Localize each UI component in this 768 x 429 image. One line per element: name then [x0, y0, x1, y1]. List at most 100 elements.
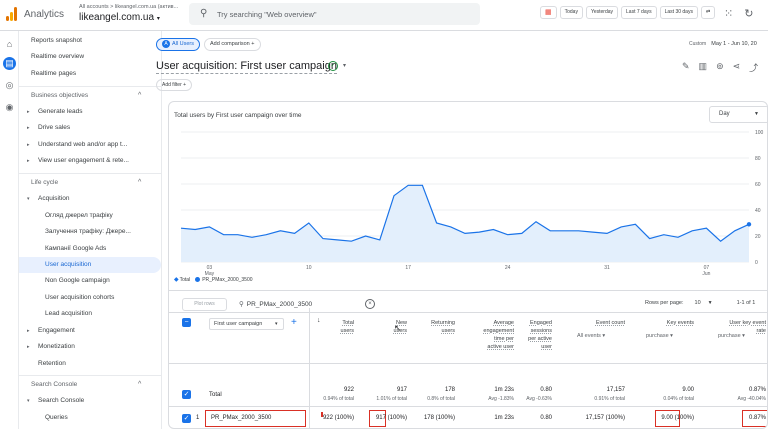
sidebar-item-understand-traffic[interactable]: ▸ Understand web and/or app t...	[19, 137, 161, 153]
y-tick-label: 80	[755, 156, 761, 162]
table-search-input[interactable]: ⚲ PR_PMax_2000_3500	[239, 298, 367, 311]
segment-all-users[interactable]: A All Users	[156, 38, 201, 51]
sidebar-item-search-console[interactable]: ▾ Search Console	[19, 393, 161, 409]
column-header-subselect[interactable]: purchase ▾	[646, 333, 673, 339]
edit-report-icon[interactable]: ✎	[682, 61, 690, 74]
sidebar-item-monetization[interactable]: ▸ Monetization	[19, 339, 161, 355]
sidebar-section-business-objectives[interactable]: Business objectives ^	[19, 88, 161, 104]
dimension-select[interactable]: First user campaign ▾	[209, 318, 284, 330]
column-header[interactable]: users	[294, 327, 354, 335]
sidebar-item-realtime-pages[interactable]: Realtime pages	[19, 66, 161, 82]
home-icon[interactable]: ⌂	[3, 38, 16, 51]
column-header[interactable]: user	[492, 343, 552, 351]
account-breadcrumb[interactable]: All accounts > likeangel.com.ua (актив..…	[79, 4, 178, 10]
add-comparison-button[interactable]: Add comparison +	[204, 38, 261, 51]
advertising-icon[interactable]: ◉	[3, 101, 16, 114]
select-all-checkbox[interactable]: −	[182, 318, 191, 327]
column-header[interactable]: per active	[492, 335, 552, 343]
top-bar: Analytics All accounts > likeangel.com.u…	[0, 0, 768, 31]
x-tick-sublabel: Jun	[702, 271, 710, 276]
analytics-logo-icon[interactable]	[6, 7, 18, 21]
triangle-down-icon: ▾	[27, 196, 30, 202]
sidebar-item-lead-acquisition[interactable]: Lead acquisition	[19, 306, 161, 322]
trend-icon[interactable]: ⤴	[749, 61, 758, 74]
row-checkbox[interactable]: ✓	[182, 414, 191, 423]
row-cell: 17,157 (100%)	[585, 415, 625, 421]
refresh-icon[interactable]: ↻	[744, 7, 753, 20]
sidebar-item-realtime-overview[interactable]: Realtime overview	[19, 49, 161, 65]
line-chart: 100806040200 03May10 17 24 31 07Jun	[180, 130, 764, 276]
apps-grid-icon[interactable]: ⁙	[724, 7, 733, 20]
last-7-days-button[interactable]: Last 7 days	[621, 6, 657, 19]
legend-item-total[interactable]: ◆Total	[174, 276, 190, 283]
triangle-right-icon: ▸	[27, 109, 30, 115]
x-axis-labels: 03May10 17 24 31 07Jun	[205, 265, 711, 276]
reports-icon[interactable]: ▤	[3, 57, 16, 70]
column-header[interactable]: users	[395, 327, 455, 335]
divider	[19, 375, 161, 376]
sidebar-item-generate-leads[interactable]: ▸ Generate leads	[19, 104, 161, 120]
sidebar-item-reports-snapshot[interactable]: Reports snapshot	[19, 33, 161, 49]
rows-per-page-select[interactable]: 10	[695, 300, 701, 306]
totals-subvalue: 0.04% of total	[663, 396, 694, 402]
sidebar-item-user-acquisition-cohorts[interactable]: User acquisition cohorts	[19, 290, 161, 306]
plot-rows-button[interactable]: Plot rows	[182, 298, 227, 311]
x-tick-label: 24	[505, 265, 511, 271]
chevron-down-icon[interactable]: ▾	[343, 62, 346, 69]
column-header[interactable]: Returning	[395, 319, 455, 327]
divider	[169, 406, 767, 407]
sidebar-item-user-acquisition[interactable]: User acquisition	[19, 257, 161, 273]
triangle-right-icon: ▸	[27, 328, 30, 334]
calendar-button[interactable]: ▦	[540, 6, 557, 19]
column-header-subselect[interactable]: purchase ▾	[718, 333, 745, 339]
last-30-days-button[interactable]: Last 30 days	[659, 6, 698, 19]
sidebar-item-traffic-overview[interactable]: Огляд джерел трафіку	[19, 208, 161, 224]
sidebar-item-drive-sales[interactable]: ▸ Drive sales	[19, 120, 161, 136]
granularity-select[interactable]: Day ▼	[709, 106, 767, 123]
add-filter-button[interactable]: Add filter +	[156, 79, 193, 91]
main-content: A All Users Add comparison + Custom May 1 …	[156, 31, 768, 429]
totals-checkbox[interactable]: ✓	[182, 390, 191, 399]
search-placeholder: Try searching "Web overview"	[217, 10, 317, 19]
series-area	[181, 185, 749, 262]
account-selector[interactable]: likeangel.com.ua ▾	[79, 12, 160, 23]
column-header[interactable]: Key events	[634, 319, 694, 327]
check-circle-icon[interactable]: ✓	[328, 61, 338, 71]
column-header[interactable]: Total	[294, 319, 354, 327]
sidebar-section-life-cycle[interactable]: Life cycle ^	[19, 175, 161, 191]
sidebar-item-traffic-acquisition[interactable]: Залучення трафіку: Джере...	[19, 224, 161, 240]
sidebar-item-acquisition[interactable]: ▾ Acquisition	[19, 191, 161, 207]
today-button[interactable]: Today	[559, 6, 583, 19]
totals-subvalue: 0.8% of total	[427, 396, 455, 402]
column-header[interactable]: Event count	[565, 319, 625, 327]
share-icon[interactable]: ⋖	[733, 61, 741, 74]
totals-value: 17,157	[606, 387, 625, 393]
dimension-value: First user campaign	[214, 321, 263, 327]
legend-item-series[interactable]: PR_PMax_2000_3500	[195, 277, 253, 283]
chevron-down-icon[interactable]: ▼	[708, 300, 713, 306]
sidebar-item-non-google-campaign[interactable]: Non Google campaign	[19, 273, 161, 289]
y-axis-labels: 100 80 60 40 20 0	[755, 130, 764, 266]
explore-icon[interactable]: ◎	[3, 79, 16, 92]
column-header[interactable]: sessions	[492, 327, 552, 335]
search-input[interactable]: ⚲ Try searching "Web overview"	[189, 3, 480, 25]
compare-button[interactable]: ⇄	[700, 6, 716, 19]
sidebar-section-search-console[interactable]: Search Console ^	[19, 377, 161, 393]
insights-icon[interactable]: ⊚	[716, 61, 724, 74]
sidebar-item-queries[interactable]: Queries	[19, 410, 161, 426]
divider	[19, 86, 161, 87]
sidebar-item-engagement[interactable]: ▸ Engagement	[19, 323, 161, 339]
totals-subvalue: Avg -40.04%	[737, 396, 766, 402]
divider	[169, 312, 767, 313]
column-header[interactable]: User key event	[706, 319, 766, 327]
column-header-subselect[interactable]: All events ▾	[577, 333, 605, 339]
compare-columns-icon[interactable]: ▥	[699, 61, 708, 74]
clear-search-icon[interactable]: ×	[365, 299, 375, 309]
sidebar-item-retention[interactable]: Retention	[19, 356, 161, 372]
sidebar-item-user-engagement[interactable]: ▸ View user engagement & rete...	[19, 153, 161, 169]
yesterday-button[interactable]: Yesterday	[585, 6, 619, 19]
date-range-picker[interactable]: Custom May 1 - Jun 10, 20	[689, 41, 757, 47]
column-header[interactable]: Engaged	[492, 319, 552, 327]
sidebar-item-google-ads-campaigns[interactable]: Кампанії Google Ads	[19, 241, 161, 257]
highlight-box	[205, 410, 306, 427]
